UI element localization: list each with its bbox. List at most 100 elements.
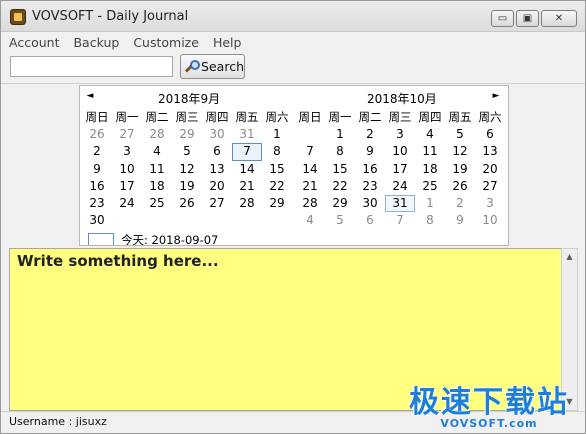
- next-month-button[interactable]: ►: [490, 90, 502, 102]
- calendar-day[interactable]: 30: [355, 195, 385, 212]
- weekday-label: 周一: [115, 110, 139, 124]
- calendar-day[interactable]: 19: [445, 161, 475, 178]
- calendar-day[interactable]: 3: [385, 126, 415, 143]
- calendar-day[interactable]: 20: [475, 161, 505, 178]
- calendar-day[interactable]: 8: [415, 212, 445, 229]
- calendar-day[interactable]: 29: [262, 195, 292, 212]
- weekday-label: 周六: [478, 110, 502, 124]
- calendar-day[interactable]: 18: [142, 178, 172, 195]
- calendar-day[interactable]: 13: [202, 161, 232, 178]
- calendar-day[interactable]: 12: [445, 143, 475, 160]
- menu-customize[interactable]: Customize: [133, 35, 199, 50]
- calendar-day[interactable]: 8: [262, 143, 292, 160]
- calendar-day[interactable]: 22: [325, 178, 355, 195]
- calendar-day[interactable]: 23: [82, 195, 112, 212]
- calendar-day[interactable]: 6: [355, 212, 385, 229]
- calendar-day[interactable]: 31: [232, 126, 262, 143]
- calendar-day[interactable]: 5: [172, 143, 202, 160]
- calendar-day[interactable]: 7: [295, 143, 325, 160]
- calendar-day[interactable]: 24: [385, 178, 415, 195]
- search-button-label: Search: [201, 59, 244, 74]
- calendar-day[interactable]: 5: [325, 212, 355, 229]
- calendar-day[interactable]: 3: [475, 195, 505, 212]
- calendar-day[interactable]: 28: [295, 195, 325, 212]
- calendar-day[interactable]: 15: [262, 161, 292, 178]
- close-button[interactable]: ✕: [541, 10, 577, 27]
- calendar-day[interactable]: 22: [262, 178, 292, 195]
- calendar-day[interactable]: 30: [202, 126, 232, 143]
- calendar-day[interactable]: 26: [172, 195, 202, 212]
- today-link[interactable]: 今天: 2018-09-07: [88, 232, 218, 245]
- calendar-day[interactable]: 9: [355, 143, 385, 160]
- calendar-day[interactable]: 2: [82, 143, 112, 160]
- calendar-day[interactable]: 28: [232, 195, 262, 212]
- title-bar[interactable]: VOVSOFT - Daily Journal ▭ ▣ ✕: [1, 1, 585, 32]
- menu-help[interactable]: Help: [213, 35, 242, 50]
- maximize-button[interactable]: ▣: [516, 10, 539, 27]
- calendar-day[interactable]: 3: [112, 143, 142, 160]
- calendar-day[interactable]: 2: [355, 126, 385, 143]
- calendar-day[interactable]: 17: [385, 161, 415, 178]
- search-button[interactable]: Search: [180, 54, 245, 79]
- calendar-day[interactable]: 21: [232, 178, 262, 195]
- calendar-day[interactable]: 14: [295, 161, 325, 178]
- calendar-day[interactable]: 6: [475, 126, 505, 143]
- calendar-day[interactable]: 12: [172, 161, 202, 178]
- calendar-day[interactable]: 17: [112, 178, 142, 195]
- search-input[interactable]: [10, 56, 173, 77]
- month-title-september[interactable]: 2018年9月: [158, 90, 220, 107]
- calendar-day[interactable]: 20: [202, 178, 232, 195]
- calendar-day[interactable]: 27: [475, 178, 505, 195]
- calendar-area: ◄ ► 2018年9月 2018年10月 周日 周一 周二 周三 周四 周五 周六 26 27 2…: [1, 84, 585, 248]
- weekday-label: 周四: [418, 110, 442, 124]
- calendar-day[interactable]: 8: [325, 143, 355, 160]
- calendar-day[interactable]: 11: [415, 143, 445, 160]
- calendar-day[interactable]: 26: [445, 178, 475, 195]
- calendar-day[interactable]: 13: [475, 143, 505, 160]
- calendar-day[interactable]: 10: [112, 161, 142, 178]
- menu-account[interactable]: Account: [9, 35, 59, 50]
- calendar-day[interactable]: 27: [112, 126, 142, 143]
- calendar-day-selected[interactable]: 7: [232, 143, 262, 161]
- calendar-day[interactable]: 1: [262, 126, 292, 143]
- calendar-day: [262, 212, 292, 229]
- calendar-day[interactable]: 25: [142, 195, 172, 212]
- calendar-day[interactable]: 9: [82, 161, 112, 178]
- calendar-day[interactable]: 25: [415, 178, 445, 195]
- calendar-day[interactable]: 21: [295, 178, 325, 195]
- calendar-day[interactable]: 14: [232, 161, 262, 178]
- calendar-day[interactable]: 26: [82, 126, 112, 143]
- calendar-day[interactable]: 23: [355, 178, 385, 195]
- calendar-day[interactable]: 18: [415, 161, 445, 178]
- calendar-day[interactable]: 9: [445, 212, 475, 229]
- calendar-day[interactable]: 5: [445, 126, 475, 143]
- calendar-day[interactable]: 10: [385, 143, 415, 160]
- minimize-button[interactable]: ▭: [491, 10, 514, 27]
- calendar-day[interactable]: 4: [415, 126, 445, 143]
- calendar-day[interactable]: 16: [82, 178, 112, 195]
- calendar-day[interactable]: 10: [475, 212, 505, 229]
- calendar-day[interactable]: 19: [172, 178, 202, 195]
- watermark-text: 极速下载站: [409, 385, 569, 420]
- calendar-day[interactable]: 30: [82, 212, 112, 229]
- calendar-day[interactable]: 7: [385, 212, 415, 229]
- calendar-day[interactable]: 24: [112, 195, 142, 212]
- calendar-day[interactable]: 11: [142, 161, 172, 178]
- scroll-up-icon[interactable]: ▲: [562, 249, 577, 265]
- calendar-day[interactable]: 4: [295, 212, 325, 229]
- calendar-day[interactable]: 31: [385, 195, 415, 213]
- calendar-day[interactable]: 1: [325, 126, 355, 143]
- calendar-day[interactable]: 6: [202, 143, 232, 160]
- calendar-day[interactable]: 28: [142, 126, 172, 143]
- calendar-day[interactable]: 27: [202, 195, 232, 212]
- calendar-day[interactable]: 4: [142, 143, 172, 160]
- calendar-day[interactable]: 2: [445, 195, 475, 212]
- calendar-day[interactable]: 29: [172, 126, 202, 143]
- month-title-october[interactable]: 2018年10月: [367, 90, 437, 107]
- calendar-day[interactable]: 15: [325, 161, 355, 178]
- calendar-day[interactable]: 16: [355, 161, 385, 178]
- menu-backup[interactable]: Backup: [73, 35, 119, 50]
- calendar-day[interactable]: 29: [325, 195, 355, 212]
- calendar-day[interactable]: 1: [415, 195, 445, 212]
- prev-month-button[interactable]: ◄: [84, 90, 96, 102]
